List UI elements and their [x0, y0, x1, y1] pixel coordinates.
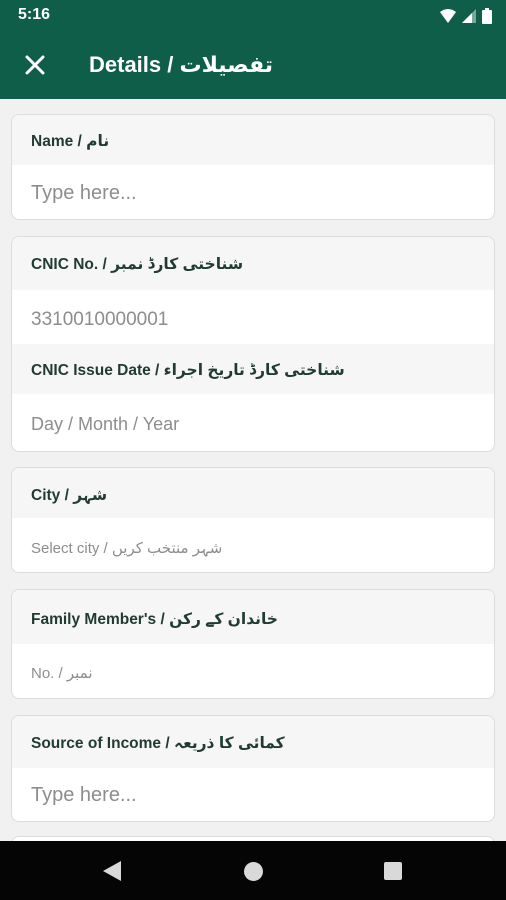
recents-icon[interactable] — [384, 862, 402, 880]
city-card: City / شہر Select city / شہر منتخب کریں — [11, 467, 495, 573]
app-bar: 5:16 Details / تفصیلات — [0, 0, 506, 99]
source-of-income-input[interactable]: Type here... — [31, 784, 137, 807]
back-icon[interactable] — [103, 861, 121, 881]
status-icons — [440, 8, 492, 24]
close-icon[interactable] — [22, 52, 48, 78]
cnic-issue-date-label: CNIC Issue Date / شناختی کارڈ تاریخ اجرا… — [12, 344, 494, 394]
status-bar: 5:16 — [0, 0, 506, 32]
wifi-icon — [440, 9, 456, 23]
family-card: Family Member's / خاندان کے رکن No. / نم… — [11, 589, 495, 699]
source-of-income-label: Source of Income / کمائی کا ذریعہ — [12, 716, 494, 768]
cnic-no-label: CNIC No. / شناختی کارڈ نمبر — [12, 237, 494, 290]
page-title: Details / تفصیلات — [89, 52, 274, 77]
city-label: City / شہر — [12, 468, 494, 518]
cnic-no-input[interactable]: 3310010000001 — [31, 309, 168, 331]
navigation-bar — [0, 841, 506, 900]
name-input[interactable]: Type here... — [31, 182, 137, 205]
family-members-input[interactable]: No. / نمبر — [31, 664, 93, 682]
family-members-label: Family Member's / خاندان کے رکن — [12, 590, 494, 644]
home-icon[interactable] — [244, 862, 263, 881]
status-time: 5:16 — [18, 6, 51, 23]
name-label: Name / نام — [12, 115, 494, 165]
details-form[interactable]: Name / نام Type here... CNIC No. / شناخت… — [0, 99, 506, 841]
income-card: Source of Income / کمائی کا ذریعہ Type h… — [11, 715, 495, 822]
cnic-issue-date-input[interactable]: Day / Month / Year — [31, 414, 179, 435]
city-select[interactable]: Select city / شہر منتخب کریں — [31, 539, 222, 557]
cnic-card: CNIC No. / شناختی کارڈ نمبر 331001000000… — [11, 236, 495, 452]
cell-signal-icon — [462, 9, 476, 23]
name-card: Name / نام Type here... — [11, 114, 495, 220]
battery-icon — [482, 8, 492, 24]
